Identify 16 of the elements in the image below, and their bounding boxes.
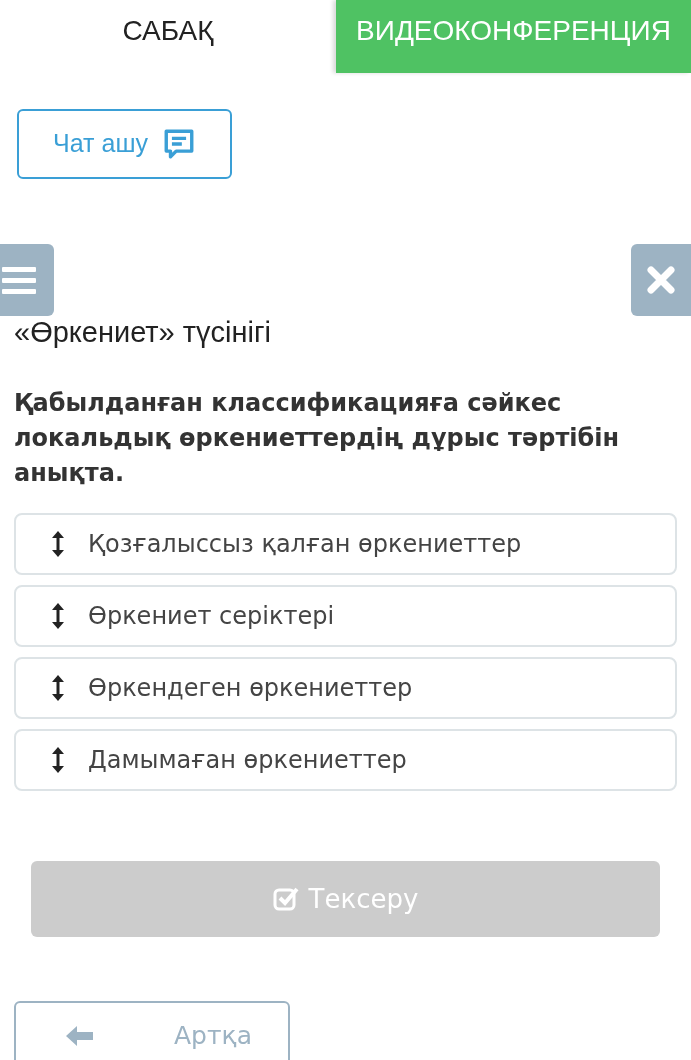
checkbox-icon bbox=[272, 886, 299, 912]
lesson-title: «Өркениет» түсінігі bbox=[14, 315, 272, 350]
question-text: Қабылданған классификацияға сәйкес локальдық өркениеттердің дұрыс тәртібін анықта. bbox=[14, 388, 621, 489]
vertical-arrows-icon bbox=[50, 531, 66, 557]
close-button[interactable] bbox=[631, 244, 691, 316]
sortable-item[interactable]: Өркендеген өркениеттер bbox=[14, 657, 677, 719]
sortable-item[interactable]: Дамымаған өркениеттер bbox=[14, 729, 677, 791]
menu-icon bbox=[2, 265, 36, 295]
sortable-item[interactable]: Қозғалыссыз қалған өркениеттер bbox=[14, 513, 677, 575]
close-icon bbox=[647, 266, 675, 294]
vertical-arrows-icon bbox=[50, 747, 66, 773]
vertical-arrows-icon bbox=[50, 675, 66, 701]
left-arrow-icon bbox=[66, 1025, 94, 1047]
vertical-arrows-icon bbox=[50, 603, 66, 629]
menu-button[interactable] bbox=[0, 244, 54, 316]
sortable-item[interactable]: Өркениет серіктері bbox=[14, 585, 677, 647]
